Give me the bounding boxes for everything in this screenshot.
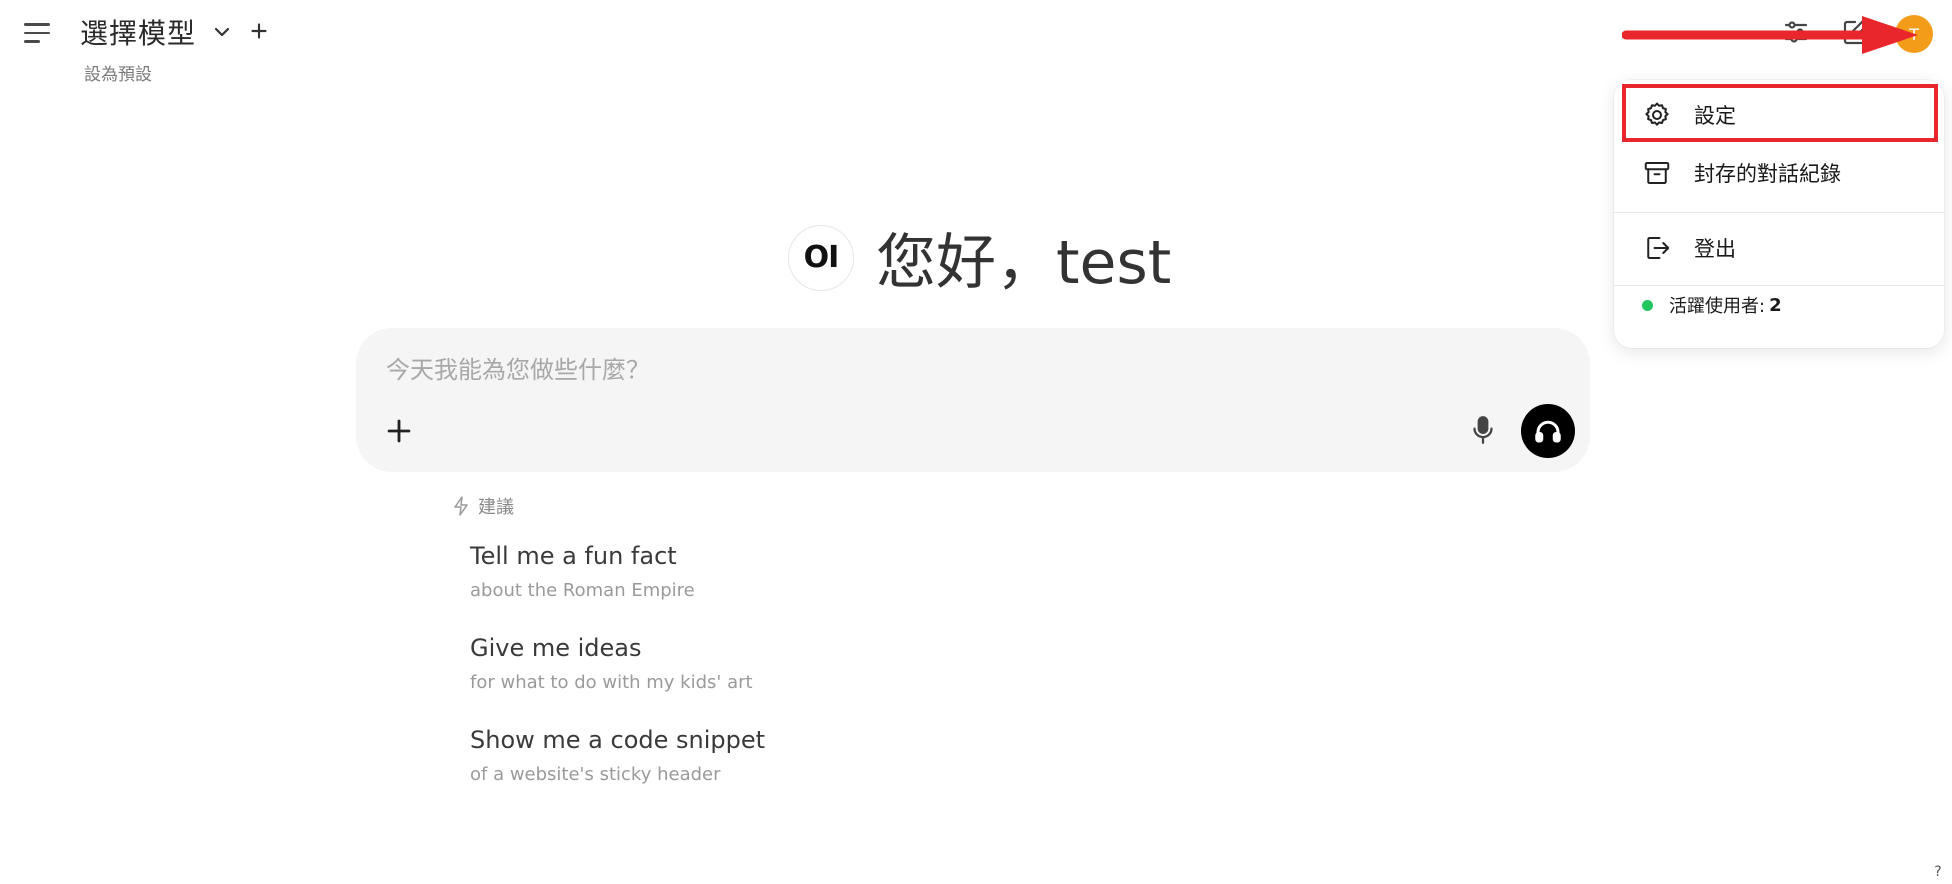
- lightning-bolt-icon: [454, 496, 468, 516]
- suggestion-subtitle: about the Roman Empire: [470, 580, 695, 601]
- attach-plus-icon[interactable]: [382, 414, 416, 448]
- suggestion-item[interactable]: Tell me a fun fact about the Roman Empir…: [470, 542, 695, 601]
- microphone-icon[interactable]: [1466, 412, 1500, 448]
- headphones-icon: [1535, 420, 1561, 443]
- set-default-link[interactable]: 設為預設: [84, 60, 152, 85]
- gear-icon: [1645, 102, 1669, 126]
- chat-input-box: [356, 328, 1590, 472]
- menu-item-archived-label: 封存的對話紀錄: [1694, 162, 1841, 186]
- active-users-status: 活躍使用者: 2: [1642, 292, 1782, 318]
- suggestion-title: Give me ideas: [470, 634, 642, 662]
- suggestions-label-text: 建議: [478, 497, 514, 518]
- chat-input[interactable]: [386, 350, 1536, 390]
- sign-out-icon: [1647, 237, 1670, 259]
- sliders-icon[interactable]: [1782, 18, 1810, 46]
- user-menu-dropdown: 設定 封存的對話紀錄 登出 活躍使用者: 2: [1614, 80, 1944, 348]
- chevron-down-icon[interactable]: [210, 20, 234, 44]
- online-status-dot: [1642, 299, 1653, 311]
- suggestion-title: Show me a code snippet: [470, 726, 766, 754]
- archive-box-icon: [1644, 162, 1670, 184]
- add-model-plus-icon[interactable]: [246, 18, 272, 44]
- active-users-label: 活躍使用者:: [1669, 296, 1766, 317]
- menu-item-sign-out-label: 登出: [1694, 237, 1736, 261]
- greeting-text: 您好，test: [876, 228, 1172, 298]
- menu-divider: [1614, 212, 1944, 213]
- menu-item-sign-out[interactable]: 登出: [1614, 219, 1944, 277]
- sidebar-toggle-menu-icon[interactable]: [24, 18, 56, 48]
- suggestions-label: 建議: [452, 493, 514, 519]
- suggestion-subtitle: for what to do with my kids' art: [470, 672, 753, 693]
- user-avatar[interactable]: T: [1895, 15, 1933, 53]
- voice-mode-button[interactable]: [1521, 404, 1575, 458]
- greeting: OI 您好，test: [788, 214, 1171, 301]
- new-chat-edit-icon[interactable]: [1840, 16, 1872, 48]
- menu-item-archived-chats[interactable]: 封存的對話紀錄: [1614, 144, 1944, 202]
- model-selector-label[interactable]: 選擇模型: [80, 12, 196, 52]
- menu-item-settings[interactable]: 設定: [1614, 86, 1944, 144]
- annotation-arrow: [1622, 16, 1918, 54]
- suggestion-subtitle: of a website's sticky header: [470, 764, 721, 785]
- suggestion-title: Tell me a fun fact: [470, 542, 677, 570]
- help-button[interactable]: ?: [1928, 862, 1948, 882]
- open-webui-logo: OI: [788, 224, 854, 291]
- menu-divider: [1614, 285, 1944, 286]
- menu-item-settings-label: 設定: [1694, 104, 1736, 128]
- suggestion-item[interactable]: Show me a code snippet of a website's st…: [470, 726, 765, 785]
- active-users-count: 2: [1769, 294, 1782, 316]
- suggestion-item[interactable]: Give me ideas for what to do with my kid…: [470, 634, 753, 693]
